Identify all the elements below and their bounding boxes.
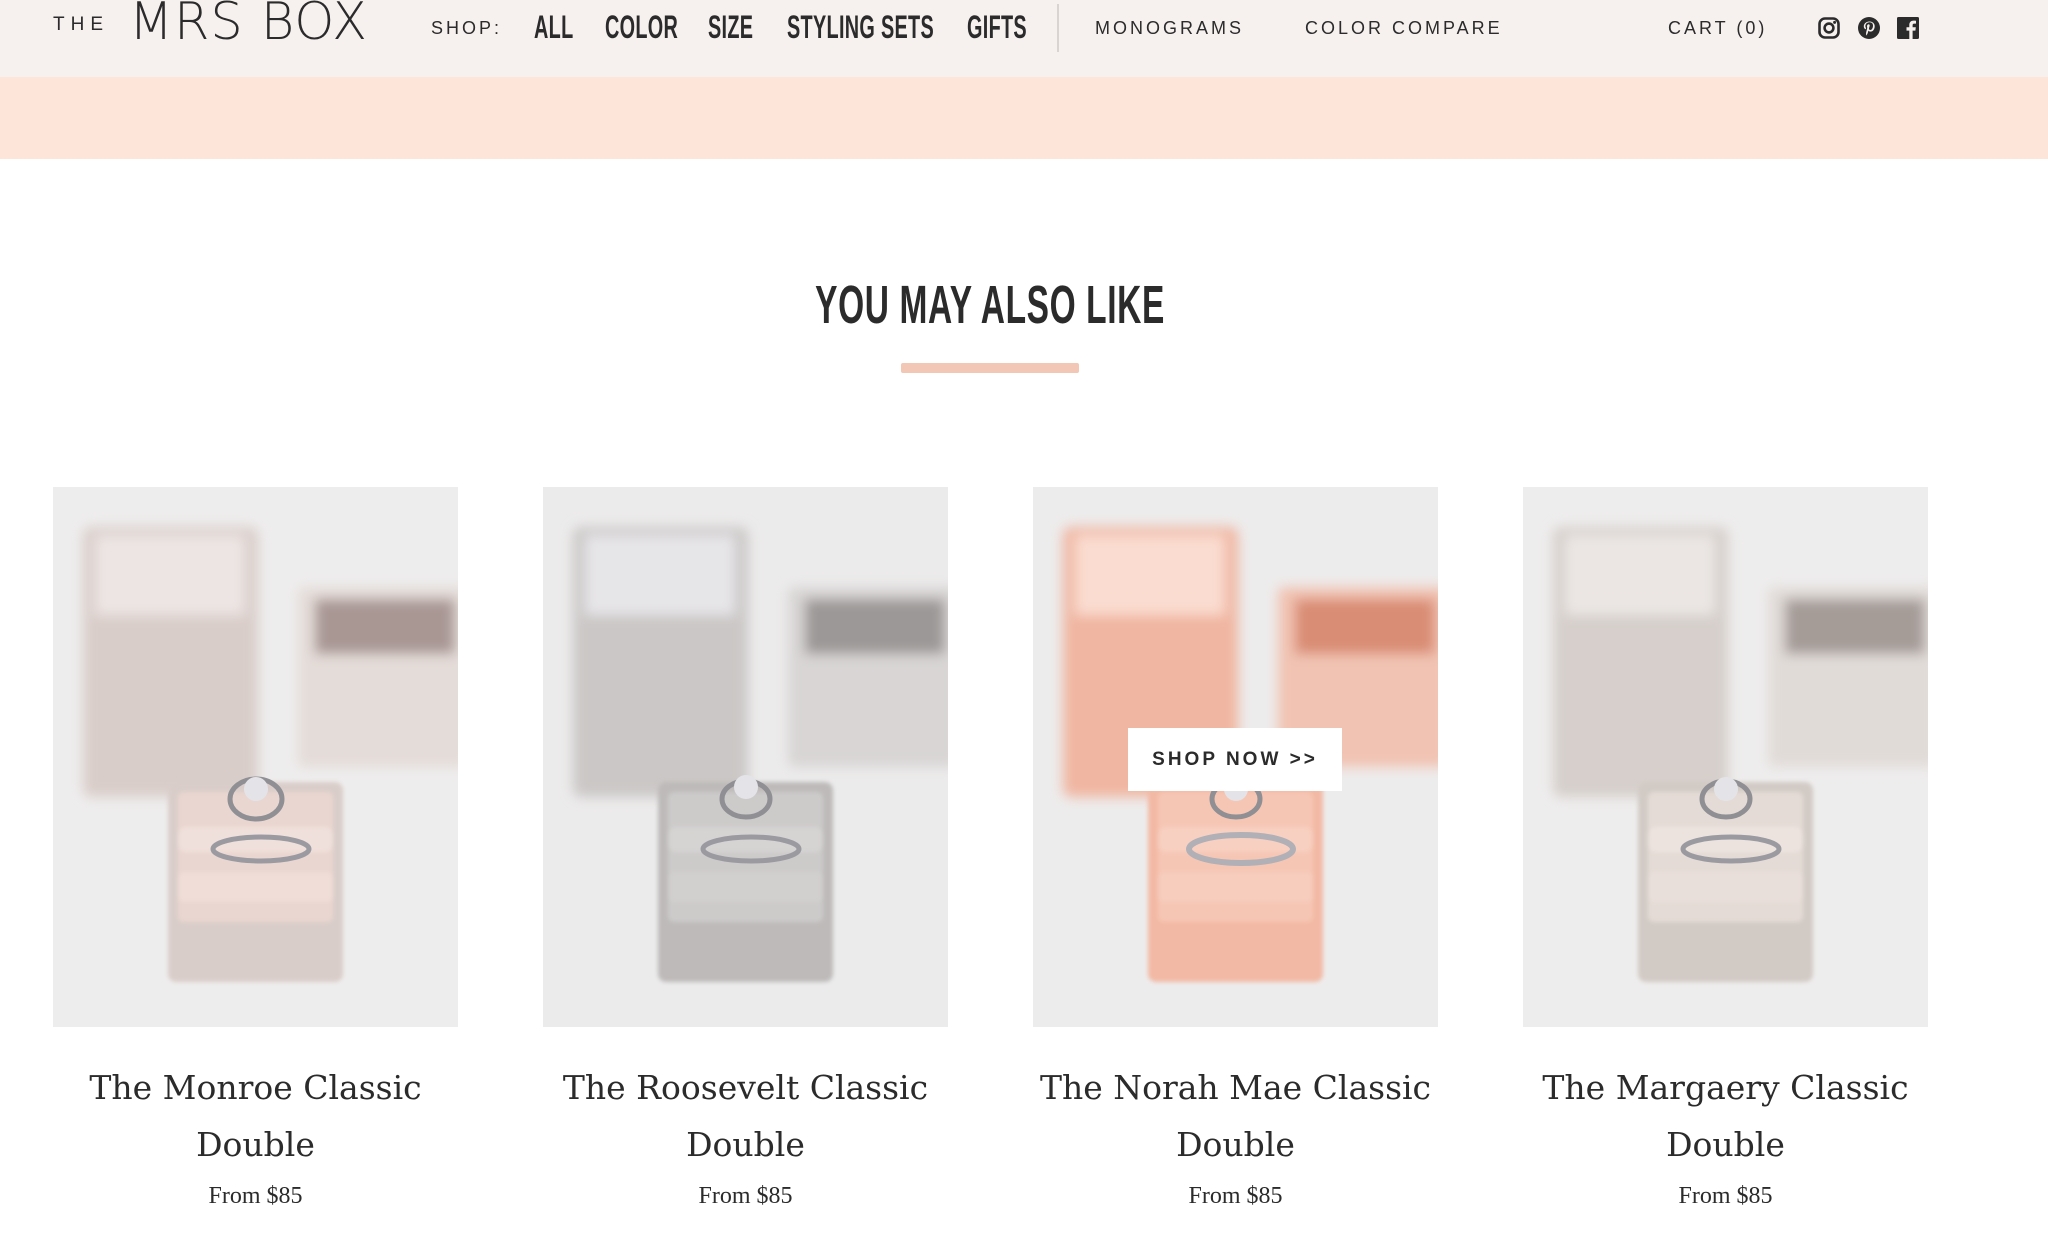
section-title-text: YOU MAY ALSO LIKE bbox=[815, 275, 1165, 335]
product-image[interactable]: SHOP NOW >> bbox=[1033, 487, 1438, 1027]
promo-banner bbox=[0, 77, 2048, 159]
pinterest-icon[interactable] bbox=[1857, 16, 1881, 40]
cart-link[interactable]: CART (0) bbox=[1668, 18, 1767, 39]
product-image[interactable] bbox=[543, 487, 948, 1027]
product-title-line2: Double bbox=[196, 1125, 315, 1164]
product-title[interactable]: The Roosevelt Classic Double bbox=[543, 1059, 948, 1173]
nav-color-compare[interactable]: COLOR COMPARE bbox=[1305, 18, 1503, 39]
shop-label: SHOP: bbox=[431, 18, 503, 38]
product-title-line1: The Monroe Classic bbox=[89, 1068, 422, 1107]
title-underline bbox=[901, 363, 1079, 373]
ring-box-photo bbox=[1523, 487, 1928, 1027]
ring-box-photo bbox=[543, 487, 948, 1027]
instagram-icon[interactable] bbox=[1817, 16, 1841, 40]
product-price: From $85 bbox=[698, 1183, 793, 1209]
product-title-line2: Double bbox=[1176, 1125, 1295, 1164]
product-title[interactable]: The Margaery Classic Double bbox=[1523, 1059, 1928, 1173]
nav-shop-all[interactable]: ALL bbox=[534, 9, 573, 46]
nav-shop-styling-sets[interactable]: STYLING SETS bbox=[787, 9, 934, 46]
product-title-line1: The Roosevelt Classic bbox=[562, 1068, 929, 1107]
nav-monograms[interactable]: MONOGRAMS bbox=[1095, 18, 1244, 39]
product-title-line1: The Norah Mae Classic bbox=[1039, 1068, 1432, 1107]
product-title-line1: The Margaery Classic bbox=[1542, 1068, 1909, 1107]
product-title-line2: Double bbox=[686, 1125, 805, 1164]
product-title-line2: Double bbox=[1666, 1125, 1785, 1164]
product-price: From $85 bbox=[1678, 1183, 1773, 1209]
product-card[interactable]: The Margaery Classic Double From $85 bbox=[1523, 487, 1928, 1210]
product-card[interactable]: SHOP NOW >> The Norah Mae Classic Double… bbox=[1033, 487, 1438, 1210]
ring-box-photo bbox=[53, 487, 458, 1027]
logo-wordmark: MRS BOX bbox=[129, 0, 369, 52]
facebook-icon[interactable] bbox=[1896, 16, 1920, 40]
site-header: THE MRS BOX SHOP: ALL COLOR SIZE STYLING… bbox=[0, 0, 2048, 77]
logo-prefix: THE bbox=[53, 14, 109, 35]
product-title[interactable]: The Monroe Classic Double bbox=[53, 1059, 458, 1173]
product-price: From $85 bbox=[208, 1183, 303, 1209]
site-logo[interactable]: THE MRS BOX bbox=[53, 0, 373, 77]
section-title: YOU MAY ALSO LIKE bbox=[0, 274, 1980, 336]
product-card[interactable]: The Monroe Classic Double From $85 bbox=[53, 487, 458, 1210]
product-image[interactable] bbox=[53, 487, 458, 1027]
nav-shop-color[interactable]: COLOR bbox=[605, 9, 678, 46]
shop-now-button[interactable]: SHOP NOW >> bbox=[1128, 728, 1342, 791]
nav-shop-size[interactable]: SIZE bbox=[708, 9, 753, 46]
product-image[interactable] bbox=[1523, 487, 1928, 1027]
nav-shop-gifts[interactable]: GIFTS bbox=[967, 9, 1027, 46]
product-card[interactable]: The Roosevelt Classic Double From $85 bbox=[543, 487, 948, 1210]
product-price: From $85 bbox=[1188, 1183, 1283, 1209]
product-title[interactable]: The Norah Mae Classic Double bbox=[1033, 1059, 1438, 1173]
nav-divider bbox=[1057, 4, 1059, 52]
